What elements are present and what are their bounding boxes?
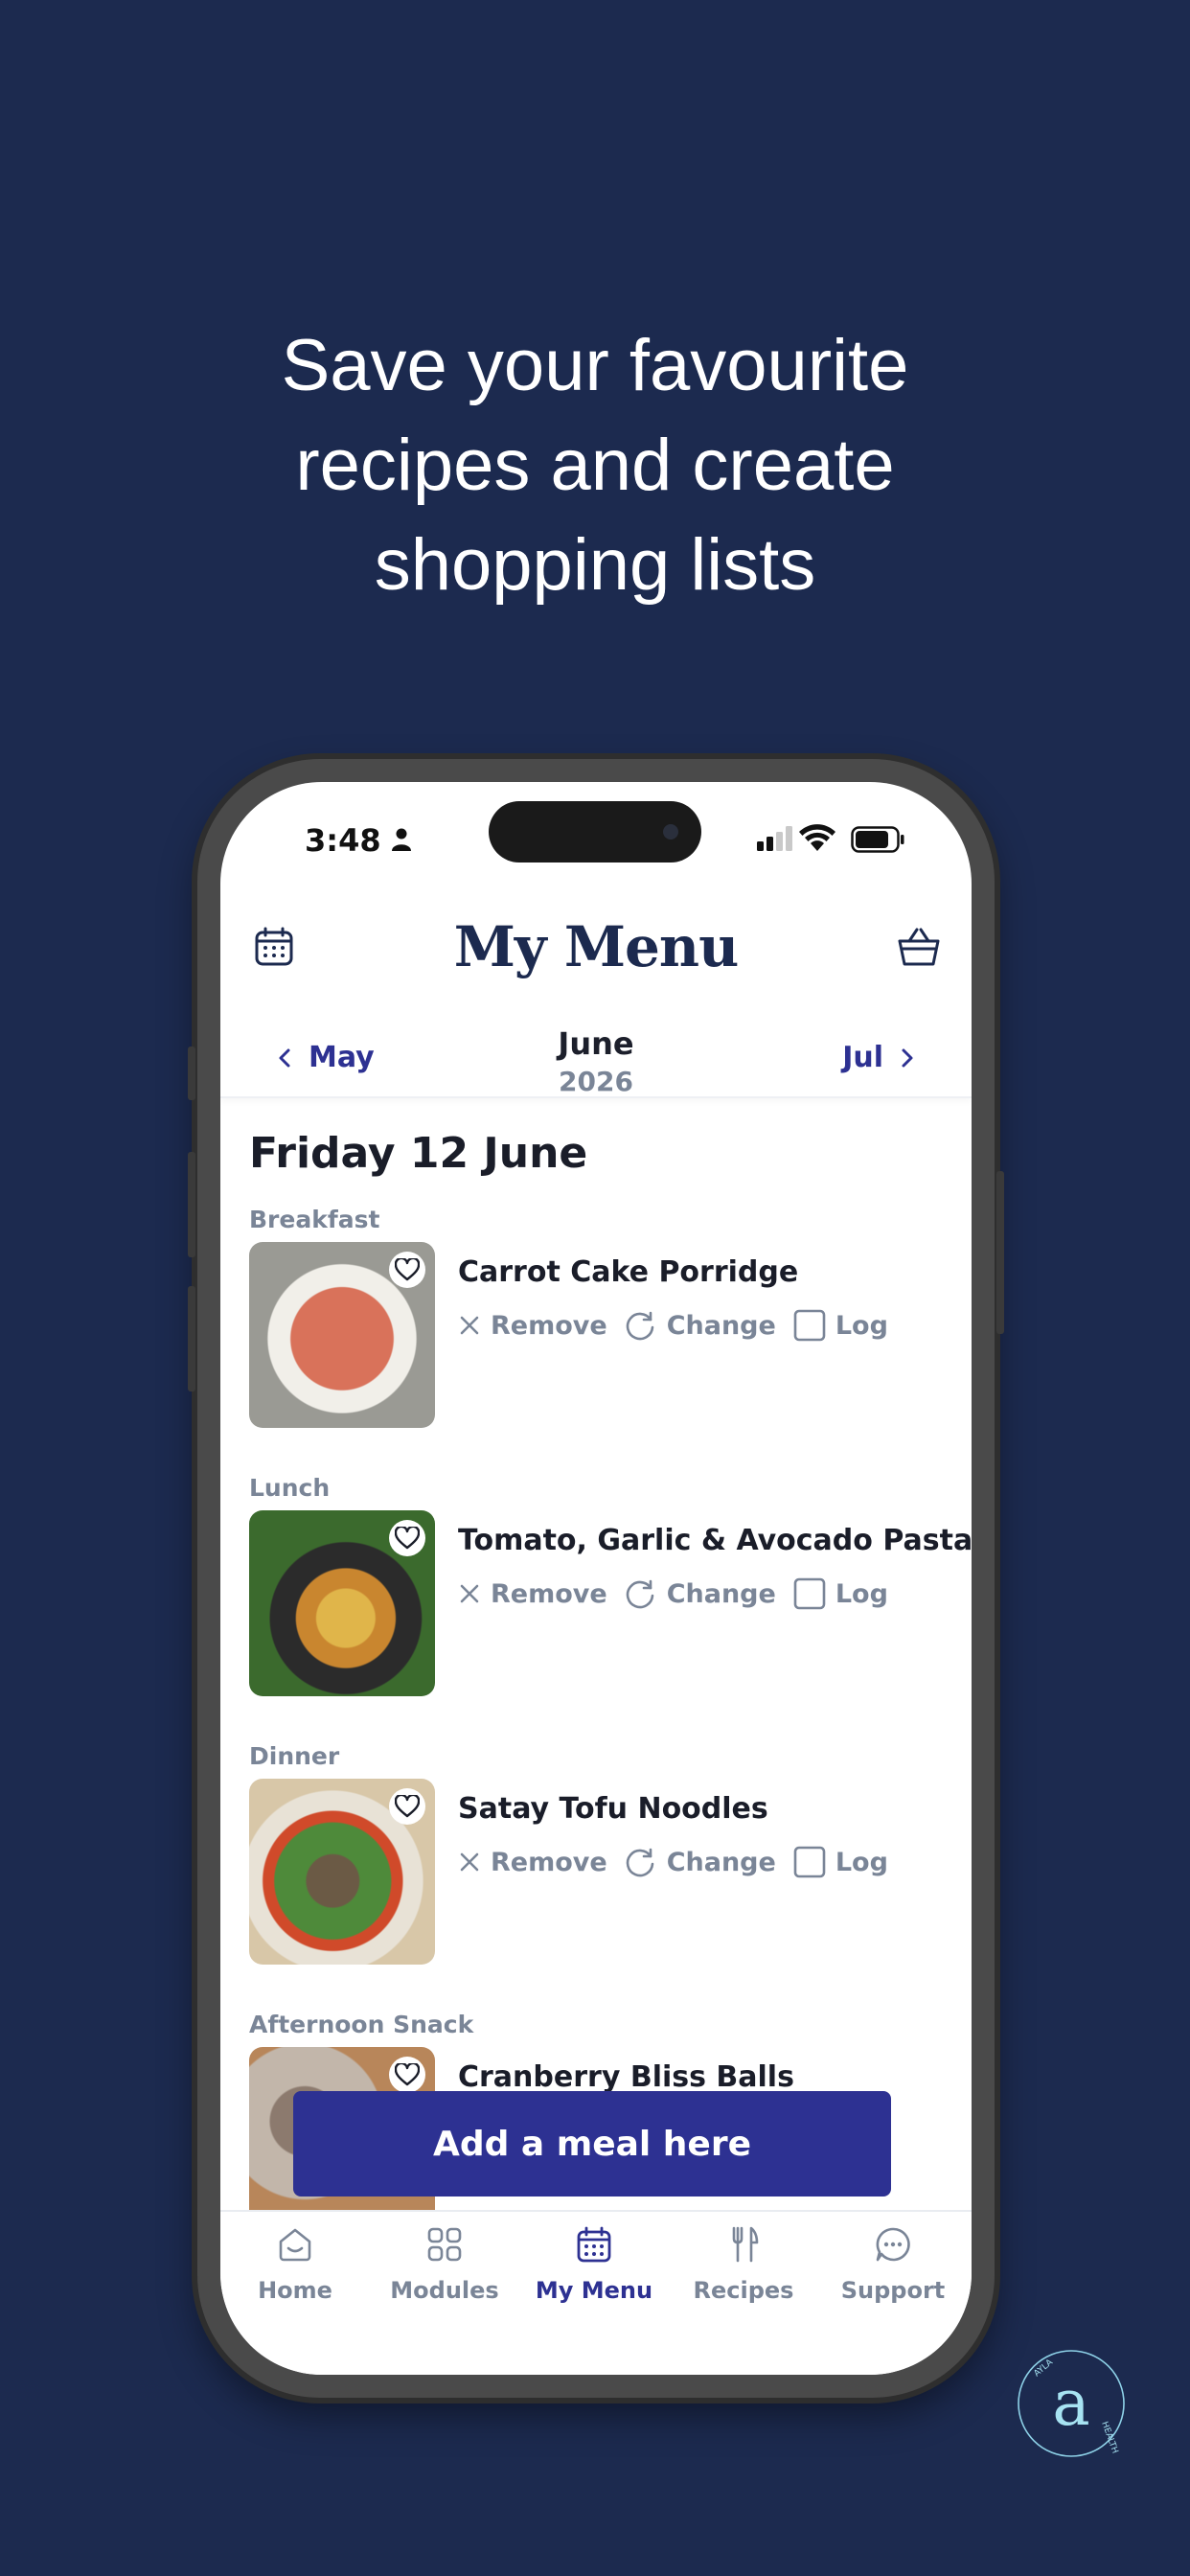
log-checkbox[interactable]: Log: [793, 1846, 888, 1878]
meal-name[interactable]: Carrot Cake Porridge: [458, 1255, 798, 1289]
favourite-button[interactable]: [389, 2057, 425, 2093]
favourite-button[interactable]: [389, 1252, 425, 1288]
status-bar: 3:48: [220, 782, 972, 897]
meal-name[interactable]: Satay Tofu Noodles: [458, 1792, 768, 1826]
calendar-icon: [577, 2226, 611, 2263]
meal-name[interactable]: Tomato, Garlic & Avocado Pasta: [458, 1524, 972, 1557]
signal-icon: [757, 826, 792, 851]
menu-header: My Menu May June 2026 Jul: [220, 897, 972, 1098]
ayla-health-logo: a AYLA HEALTH: [1018, 2350, 1125, 2457]
log-label: Log: [835, 1310, 888, 1341]
phone-action-button: [188, 1046, 195, 1100]
tab-home[interactable]: Home: [220, 2225, 370, 2304]
status-time: 3:48: [305, 822, 381, 859]
page-title: My Menu: [453, 914, 740, 979]
tab-recipes[interactable]: Recipes: [669, 2225, 818, 2304]
refresh-icon: [626, 1579, 654, 1609]
heart-icon: [395, 1795, 420, 1818]
favourite-button[interactable]: [389, 1788, 425, 1825]
add-meal-button[interactable]: Add a meal here: [293, 2091, 891, 2196]
meal-image[interactable]: [249, 1242, 435, 1428]
tab-label: Support: [840, 2277, 946, 2304]
chevron-right-icon: [902, 1048, 913, 1067]
meal-label-dinner: Dinner: [249, 1742, 340, 1770]
next-month-button[interactable]: Jul: [842, 1041, 914, 1074]
day-title: Friday 12 June: [249, 1129, 588, 1178]
refresh-icon: [626, 1848, 654, 1877]
tab-bar: Home Modules My Menu Recipes Support: [220, 2210, 972, 2375]
log-checkbox[interactable]: Log: [793, 1309, 888, 1342]
tab-support[interactable]: Support: [818, 2225, 968, 2304]
remove-label: Remove: [491, 1310, 607, 1341]
chat-icon: [876, 2227, 910, 2262]
heart-icon: [395, 1258, 420, 1281]
log-checkbox[interactable]: Log: [793, 1577, 888, 1610]
svg-text:HEALTH: HEALTH: [1099, 2421, 1119, 2455]
tab-label: My Menu: [535, 2277, 653, 2304]
close-icon: [460, 1316, 479, 1335]
headline-line-3: shopping lists: [374, 524, 816, 606]
phone-volume-up: [188, 1152, 195, 1257]
app-screen: 3:48 My Menu May June 2026 Jul Friday 12…: [220, 782, 972, 2375]
svg-text:a: a: [1052, 2366, 1089, 2440]
meal-image[interactable]: [249, 1510, 435, 1696]
tab-label: Home: [258, 2277, 332, 2304]
log-label: Log: [835, 1578, 888, 1609]
change-button[interactable]: Change: [625, 1846, 776, 1878]
basket-icon[interactable]: [897, 926, 941, 968]
change-button[interactable]: Change: [625, 1309, 776, 1342]
phone-volume-down: [188, 1286, 195, 1392]
close-icon: [460, 1852, 479, 1872]
meal-actions: Remove Change Log: [458, 1309, 905, 1342]
tab-my-menu[interactable]: My Menu: [519, 2225, 669, 2304]
meal-actions: Remove Change Log: [458, 1577, 905, 1610]
meal-label-breakfast: Breakfast: [249, 1206, 380, 1233]
checkbox-icon: [793, 1577, 826, 1610]
remove-label: Remove: [491, 1847, 607, 1877]
meal-actions: Remove Change Log: [458, 1846, 905, 1878]
remove-button[interactable]: Remove: [458, 1311, 607, 1341]
refresh-icon: [626, 1311, 654, 1341]
headline: Save your favourite recipes and create s…: [0, 316, 1190, 615]
dynamic-island: [489, 801, 701, 862]
meal-image[interactable]: [249, 1779, 435, 1965]
tab-modules[interactable]: Modules: [370, 2225, 519, 2304]
cutlery-icon: [732, 2226, 759, 2263]
checkbox-icon: [793, 1846, 826, 1878]
meal-label-lunch: Lunch: [249, 1474, 331, 1502]
heart-icon: [395, 1527, 420, 1550]
headline-line-1: Save your favourite: [281, 325, 909, 406]
change-label: Change: [666, 1310, 776, 1341]
person-icon: [392, 828, 411, 851]
wifi-icon: [799, 824, 835, 851]
log-label: Log: [835, 1847, 888, 1877]
tab-label: Recipes: [693, 2277, 794, 2304]
phone-mockup: 3:48 My Menu May June 2026 Jul Friday 12…: [188, 759, 1004, 2398]
phone-power-button: [996, 1171, 1004, 1334]
grid-icon: [427, 2227, 462, 2262]
meal-name[interactable]: Cranberry Bliss Balls: [458, 2060, 794, 2094]
remove-label: Remove: [491, 1578, 607, 1609]
remove-button[interactable]: Remove: [458, 1579, 607, 1609]
meal-label-afternoon-snack: Afternoon Snack: [249, 2011, 474, 2038]
remove-button[interactable]: Remove: [458, 1848, 607, 1877]
next-month-label: Jul: [842, 1041, 883, 1074]
heart-icon: [395, 2063, 420, 2086]
change-label: Change: [666, 1847, 776, 1877]
headline-line-2: recipes and create: [295, 425, 895, 506]
close-icon: [460, 1584, 479, 1603]
home-icon: [279, 2228, 311, 2262]
tab-label: Modules: [390, 2277, 499, 2304]
change-button[interactable]: Change: [625, 1577, 776, 1610]
favourite-button[interactable]: [389, 1520, 425, 1556]
change-label: Change: [666, 1578, 776, 1609]
checkbox-icon: [793, 1309, 826, 1342]
battery-icon: [851, 826, 904, 853]
